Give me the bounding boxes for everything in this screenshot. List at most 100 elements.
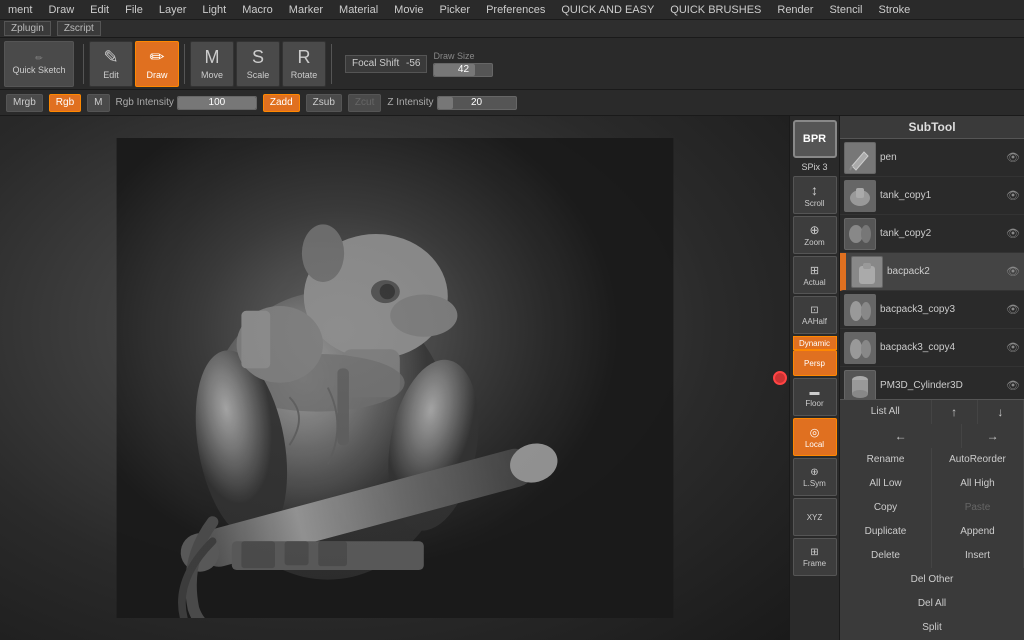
rotate-button[interactable]: R Rotate <box>282 41 326 87</box>
zplugin-button[interactable]: Zplugin <box>4 21 51 36</box>
up-arrow-button[interactable]: ↑ <box>932 400 978 424</box>
subtool-thumb-bacpack3-copy4 <box>844 332 876 364</box>
canvas-area[interactable] <box>0 116 789 640</box>
persp-label: Persp <box>804 359 825 368</box>
insert-button[interactable]: Insert <box>932 544 1024 568</box>
subtool-item-pen[interactable]: pen 👁 <box>840 139 1024 177</box>
list-all-button[interactable]: List All <box>840 400 932 424</box>
menu-material[interactable]: Material <box>335 2 382 18</box>
left-arrow-button[interactable]: ← <box>840 424 962 448</box>
subtool-name-pm3d-cyl3d: PM3D_Cylinder3D <box>880 380 1004 391</box>
bpr-button[interactable]: BPR <box>793 120 837 158</box>
lsym-button[interactable]: ⊕ L.Sym <box>793 458 837 496</box>
rgb-button[interactable]: Rgb <box>49 94 81 112</box>
mrgb-button[interactable]: Mrgb <box>6 94 43 112</box>
spix-label: SPix 3 <box>799 160 829 174</box>
dynamic-button[interactable]: Dynamic <box>793 336 837 350</box>
floor-button[interactable]: ▬ Floor <box>793 378 837 416</box>
subtool-thumb-tank-copy2 <box>844 218 876 250</box>
focal-shift-display: Focal Shift -56 <box>345 55 427 73</box>
subtool-item-bacpack3-copy4[interactable]: bacpack3_copy4 👁 <box>840 329 1024 367</box>
z-intensity-slider[interactable]: 20 <box>437 96 517 110</box>
menu-draw[interactable]: Draw <box>44 2 78 18</box>
all-high-button[interactable]: All High <box>932 472 1024 496</box>
paste-button[interactable]: Paste <box>932 496 1024 520</box>
menu-quick-easy[interactable]: QUICK AND EASY <box>557 2 658 18</box>
delete-button[interactable]: Delete <box>840 544 932 568</box>
zoom-button[interactable]: ⊕ Zoom <box>793 216 837 254</box>
subtool-item-tank-copy1[interactable]: tank_copy1 👁 <box>840 177 1024 215</box>
menu-stencil[interactable]: Stencil <box>825 2 866 18</box>
draw-icon: ✏ <box>149 47 164 68</box>
duplicate-button[interactable]: Duplicate <box>840 520 932 544</box>
quick-sketch-button[interactable]: ✏ Quick Sketch <box>4 41 74 87</box>
focal-shift-label: Focal Shift <box>352 58 399 69</box>
menu-layer[interactable]: Layer <box>155 2 191 18</box>
subtool-item-pm3d-cyl3d[interactable]: PM3D_Cylinder3D 👁 <box>840 367 1024 399</box>
eye-icon-bacpack3-copy4[interactable]: 👁 <box>1006 341 1020 355</box>
subtool-item-bacpack2[interactable]: bacpack2 👁 <box>840 253 1024 291</box>
menu-stroke[interactable]: Stroke <box>874 2 914 18</box>
aahalf-button[interactable]: ⊡ AAHalf <box>793 296 837 334</box>
local-button[interactable]: ◎ Local <box>793 418 837 456</box>
menu-light[interactable]: Light <box>198 2 230 18</box>
copy-button[interactable]: Copy <box>840 496 932 520</box>
persp-button[interactable]: Persp <box>793 350 837 376</box>
scale-button[interactable]: S Scale <box>236 41 280 87</box>
indicator-dot <box>773 371 787 385</box>
toolbar: ✏ Quick Sketch ✎ Edit ✏ Draw M Move S Sc… <box>0 38 1024 90</box>
menu-preferences[interactable]: Preferences <box>482 2 549 18</box>
append-button[interactable]: Append <box>932 520 1024 544</box>
eye-icon-pen[interactable]: 👁 <box>1006 151 1020 165</box>
menu-ment[interactable]: ment <box>4 2 36 18</box>
right-arrow-button[interactable]: → <box>962 424 1024 448</box>
zadd-button[interactable]: Zadd <box>263 94 300 112</box>
plugin-bar: Zplugin Zscript <box>0 20 1024 38</box>
menu-edit[interactable]: Edit <box>86 2 113 18</box>
eye-icon-tank-copy1[interactable]: 👁 <box>1006 189 1020 203</box>
move-button[interactable]: M Move <box>190 41 234 87</box>
actual-button[interactable]: ⊞ Actual <box>793 256 837 294</box>
menu-movie[interactable]: Movie <box>390 2 427 18</box>
rgb-intensity-slider[interactable]: 100 <box>177 96 257 110</box>
subtool-item-bacpack3-copy3[interactable]: bacpack3_copy3 👁 <box>840 291 1024 329</box>
edit-button[interactable]: ✎ Edit <box>89 41 133 87</box>
menu-picker[interactable]: Picker <box>436 2 475 18</box>
draw-button[interactable]: ✏ Draw <box>135 41 179 87</box>
rename-button[interactable]: Rename <box>840 448 932 472</box>
z-intensity-value: 20 <box>438 97 516 109</box>
edit-label: Edit <box>103 70 119 80</box>
menu-file[interactable]: File <box>121 2 147 18</box>
subtool-item-tank-copy2[interactable]: tank_copy2 👁 <box>840 215 1024 253</box>
all-low-button[interactable]: All Low <box>840 472 932 496</box>
zcut-button[interactable]: Zcut <box>348 94 381 112</box>
zscript-button[interactable]: Zscript <box>57 21 101 36</box>
del-other-button[interactable]: Del Other <box>840 568 1024 592</box>
scroll-label: Scroll <box>804 199 824 208</box>
menu-marker[interactable]: Marker <box>285 2 327 18</box>
split-row: Split <box>840 616 1024 640</box>
zsub-button[interactable]: Zsub <box>306 94 342 112</box>
rotate-label: Rotate <box>291 70 318 80</box>
draw-size-slider[interactable]: 42 <box>433 63 493 77</box>
xyz-button[interactable]: XYZ <box>793 498 837 536</box>
m-button[interactable]: M <box>87 94 109 112</box>
eye-icon-tank-copy2[interactable]: 👁 <box>1006 227 1020 241</box>
eye-icon-pm3d-cyl3d[interactable]: 👁 <box>1006 379 1020 393</box>
scroll-button[interactable]: ↕ Scroll <box>793 176 837 214</box>
right-tool-panel: BPR SPix 3 ↕ Scroll ⊕ Zoom ⊞ Actual ⊡ AA… <box>789 116 839 640</box>
menu-render[interactable]: Render <box>773 2 817 18</box>
eye-icon-bacpack3-copy3[interactable]: 👁 <box>1006 303 1020 317</box>
split-button[interactable]: Split <box>840 616 1024 640</box>
del-all-button[interactable]: Del All <box>840 592 1024 616</box>
down-arrow-button[interactable]: ↓ <box>978 400 1024 424</box>
list-all-row: List All ↑ ↓ <box>840 400 1024 424</box>
menu-macro[interactable]: Macro <box>238 2 277 18</box>
edit-icon: ✎ <box>103 47 118 68</box>
eye-icon-bacpack2[interactable]: 👁 <box>1006 265 1020 279</box>
frame-button[interactable]: ⊞ Frame <box>793 538 837 576</box>
scale-icon: S <box>252 47 264 68</box>
auto-reorder-button[interactable]: AutoReorder <box>932 448 1024 472</box>
frame-icon: ⊞ <box>810 547 818 558</box>
menu-quick-brushes[interactable]: QUICK BRUSHES <box>666 2 765 18</box>
